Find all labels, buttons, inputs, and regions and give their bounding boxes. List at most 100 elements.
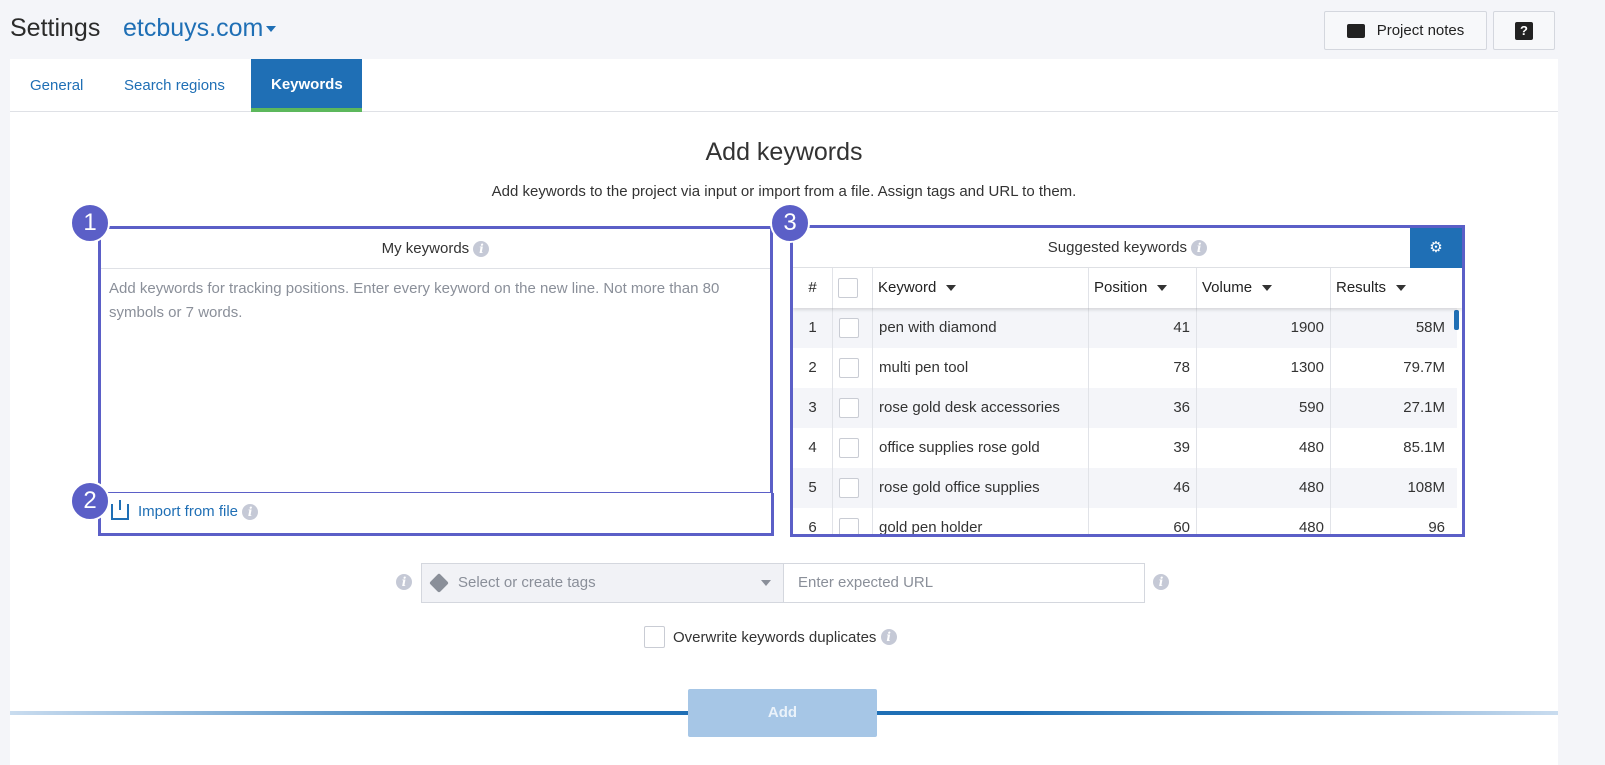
table-row[interactable]: 2 multi pen tool 78 1300 79.7M [793,348,1457,388]
keyword-cell: pen with diamond [873,308,1089,348]
my-keywords-title: My keywords [381,240,470,257]
page-title: Settings [10,14,101,42]
results-cell: 27.1M [1403,399,1445,416]
section-title: Add keywords [705,138,863,166]
my-keywords-header: My keywords i [101,229,770,269]
row-select [833,508,873,534]
volume-cell: 1300 [1197,348,1331,388]
scrollbar-thumb[interactable] [1454,310,1459,330]
results-cell: 79.7M [1403,359,1445,376]
project-selector[interactable]: etcbuys.com [123,14,277,43]
tab-search-regions[interactable]: Search regions [104,59,245,112]
project-notes-label: Project notes [1376,22,1465,39]
row-checkbox[interactable] [839,358,859,378]
volume-cell: 1900 [1197,308,1331,348]
col-volume[interactable]: Volume [1197,268,1331,308]
tab-general[interactable]: General [10,59,103,112]
col-keyword[interactable]: Keyword [873,268,1089,308]
tag-icon [429,573,449,593]
suggested-header: Suggested keywords i ⚙ [793,228,1462,268]
volume-cell: 480 [1197,428,1331,468]
keyword-cell: office supplies rose gold [873,428,1089,468]
annotation-badge-3: 3 [770,203,810,243]
table-row[interactable]: 6 gold pen holder 60 480 96 [793,508,1457,536]
suggested-keywords-box: Suggested keywords i ⚙ # Keyword Positio… [790,225,1465,537]
results-cell: 58M [1415,319,1445,336]
annotation-badge-1: 1 [70,203,110,243]
row-checkbox[interactable] [839,318,859,338]
results-cell: 85.1M [1403,439,1445,456]
help-button[interactable]: ? [1493,11,1555,50]
position-cell: 60 [1089,508,1197,534]
volume-cell: 590 [1197,388,1331,428]
tab-keywords[interactable]: Keywords [251,59,362,112]
sort-icon [1262,285,1273,292]
row-select [833,468,873,508]
tags-placeholder: Select or create tags [458,574,596,591]
col-results[interactable]: Results [1331,268,1457,308]
add-button[interactable]: Add [688,689,877,737]
row-select [833,388,873,428]
row-number: 3 [793,388,833,428]
volume-cell: 480 [1197,468,1331,508]
import-from-file-link[interactable]: Import from file i [111,499,259,520]
keyword-cell: gold pen holder [873,508,1089,534]
row-number: 6 [793,508,833,534]
sort-icon [1396,285,1407,292]
tags-select[interactable]: Select or create tags [421,563,784,603]
row-number: 1 [793,308,833,348]
position-cell: 78 [1089,348,1197,388]
results-cell: 96 [1428,519,1445,536]
table-row[interactable]: 5 rose gold office supplies 46 480 108M [793,468,1457,508]
info-icon[interactable]: i [242,503,259,520]
info-icon[interactable]: i [1191,240,1208,257]
position-cell: 36 [1089,388,1197,428]
my-keywords-textarea[interactable]: Add keywords for tracking positions. Ent… [101,269,770,491]
download-icon [111,499,129,520]
row-checkbox[interactable] [839,438,859,458]
chevron-down-icon [761,580,771,586]
expected-url-input[interactable]: Enter expected URL [783,563,1145,603]
col-number: # [793,268,833,308]
import-box: Import from file i [98,493,774,536]
import-label: Import from file [138,503,239,520]
info-icon[interactable]: i [473,241,490,258]
col-select-all [833,268,873,308]
row-select [833,348,873,388]
section-subtitle: Add keywords to the project via input or… [491,183,1077,200]
overwrite-checkbox[interactable] [644,626,665,648]
sort-icon [1157,285,1168,292]
row-number: 5 [793,468,833,508]
tags-info-icon[interactable]: i [396,574,412,590]
info-icon[interactable]: i [880,629,897,645]
row-select [833,308,873,348]
table-body: 1 pen with diamond 41 1900 58M 2 multi pe… [793,308,1462,536]
annotation-badge-2: 2 [70,481,110,521]
project-name: etcbuys.com [123,14,264,42]
row-checkbox[interactable] [839,518,859,534]
overwrite-duplicates[interactable]: Overwrite keywords duplicates i [644,626,897,648]
my-keywords-box: My keywords i Add keywords for tracking … [98,226,773,495]
results-cell: 108M [1407,479,1445,496]
gear-icon: ⚙ [1429,239,1443,256]
sort-icon [946,285,957,292]
comment-icon [1346,23,1365,38]
help-icon: ? [1515,21,1533,40]
tab-bar: General Search regions Keywords [10,59,1558,112]
keyword-cell: rose gold desk accessories [873,388,1089,428]
col-position[interactable]: Position [1089,268,1197,308]
chevron-down-icon [266,26,277,33]
table-header: # Keyword Position Volume Results [793,268,1462,308]
table-settings-button[interactable]: ⚙ [1410,228,1462,268]
keyword-cell: rose gold office supplies [873,468,1089,508]
row-checkbox[interactable] [839,478,859,498]
select-all-checkbox[interactable] [838,278,858,298]
row-number: 2 [793,348,833,388]
table-row[interactable]: 1 pen with diamond 41 1900 58M [793,308,1457,348]
project-notes-button[interactable]: Project notes [1324,11,1487,50]
table-row[interactable]: 3 rose gold desk accessories 36 590 27.1… [793,388,1457,428]
table-row[interactable]: 4 office supplies rose gold 39 480 85.1M [793,428,1457,468]
position-cell: 41 [1089,308,1197,348]
row-checkbox[interactable] [839,398,859,418]
url-info-icon[interactable]: i [1153,574,1169,590]
